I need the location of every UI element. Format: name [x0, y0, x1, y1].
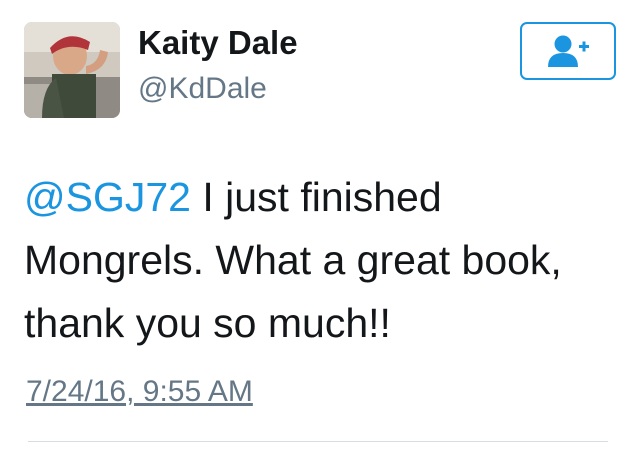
follow-button[interactable] [520, 22, 616, 80]
avatar-photo [24, 22, 120, 118]
timestamp-link[interactable]: 7/24/16, 9:55 AM [26, 377, 253, 407]
tweet-text: @SGJ72 I just finished Mongrels. What a … [24, 166, 624, 355]
display-name[interactable]: Kaity Dale [138, 26, 298, 59]
avatar[interactable] [24, 22, 120, 118]
divider [28, 441, 608, 442]
user-handle[interactable]: @KdDale [138, 74, 267, 104]
tweet-card: Kaity Dale @KdDale @SGJ72 I just finishe… [0, 0, 640, 461]
follow-user-plus-icon [548, 35, 589, 67]
mention-link[interactable]: @SGJ72 [24, 174, 191, 220]
